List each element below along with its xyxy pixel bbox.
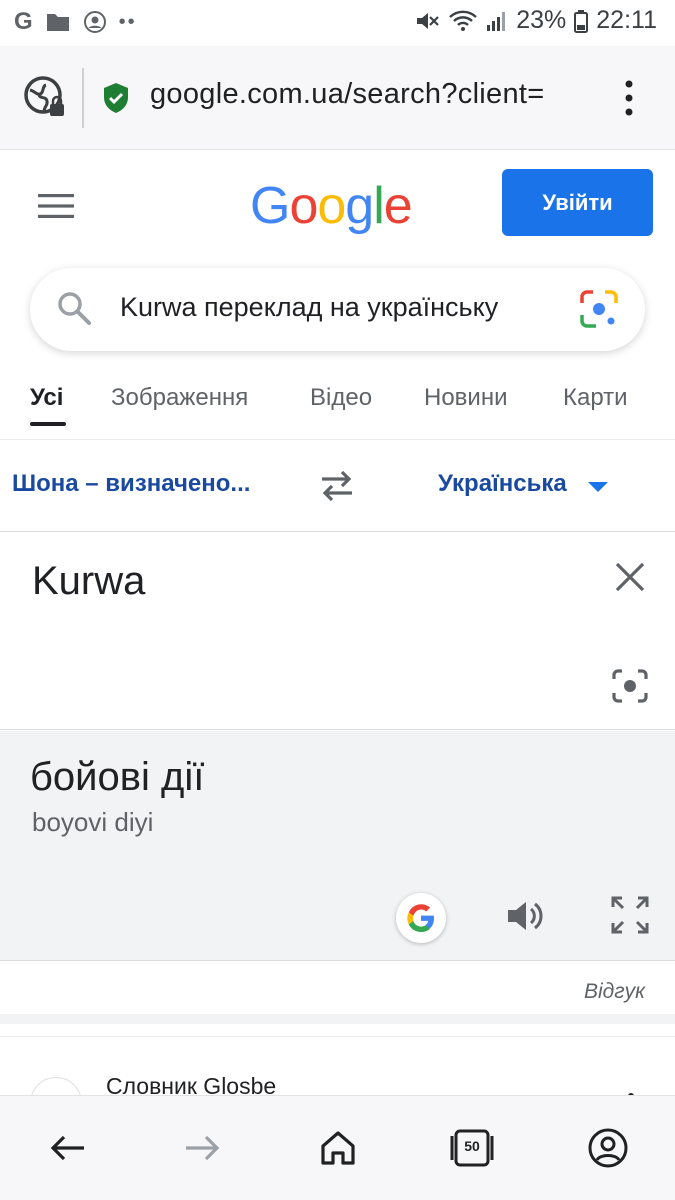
tabs-button[interactable]: 50: [450, 1126, 494, 1170]
google-logo[interactable]: Google: [250, 176, 413, 236]
forward-arrow-icon[interactable]: [180, 1126, 224, 1170]
speaker-icon[interactable]: [504, 895, 546, 937]
logo-letter: G: [250, 177, 290, 235]
address-bar[interactable]: google.com.ua/search?client=: [150, 78, 590, 111]
logo-letter: o: [317, 177, 346, 235]
signal-icon: [487, 11, 506, 31]
search-result[interactable]: Словник Glosbe: [0, 1036, 675, 1129]
target-language-selector[interactable]: Українська: [438, 470, 567, 498]
status-bar: G •• 23% 22:11: [0, 0, 675, 46]
account-notification-icon: [83, 11, 106, 33]
browser-menu-icon[interactable]: [614, 76, 644, 120]
swap-languages-icon[interactable]: [318, 468, 356, 504]
tab-news[interactable]: Новини: [424, 384, 508, 412]
back-arrow-icon[interactable]: [46, 1126, 90, 1170]
battery-icon: [574, 9, 589, 33]
tab-all[interactable]: Усі: [30, 384, 63, 412]
folder-icon: [46, 14, 69, 31]
home-icon[interactable]: [316, 1126, 360, 1170]
chevron-down-icon[interactable]: [588, 482, 608, 492]
browser-toolbar: google.com.ua/search?client=: [0, 46, 675, 150]
site-info-icon[interactable]: [22, 74, 68, 120]
source-text-input[interactable]: Kurwa: [32, 559, 145, 604]
logo-letter: e: [383, 177, 413, 235]
google-g-icon: [407, 904, 434, 933]
logo-letter: o: [289, 177, 318, 235]
tabs-count: 50: [464, 1138, 480, 1154]
language-selector-row: Шона – визначено... Українська: [0, 442, 675, 532]
translated-text: бойові дії: [30, 755, 205, 799]
search-input[interactable]: Kurwa переклад на українську: [120, 292, 575, 323]
logo-letter: g: [345, 177, 374, 235]
wifi-icon: [449, 10, 478, 31]
translation-panel: бойові дії boyovi diyi: [0, 731, 675, 961]
security-shield-icon: [104, 83, 128, 113]
search-icon[interactable]: [56, 290, 92, 326]
logo-letter: l: [373, 177, 385, 235]
account-icon[interactable]: [586, 1126, 630, 1170]
clock: 22:11: [596, 6, 657, 34]
feedback-row: Відгук: [0, 962, 675, 1024]
toolbar-divider: [82, 68, 84, 128]
tab-maps[interactable]: Карти: [563, 384, 628, 412]
hamburger-menu-icon[interactable]: [38, 192, 74, 220]
transliteration-text: boyovi diyi: [32, 807, 154, 837]
more-notifications-icon: ••: [118, 10, 137, 33]
bottom-navigation-bar: 50: [0, 1095, 675, 1200]
google-translate-button[interactable]: [396, 893, 446, 943]
fullscreen-icon[interactable]: [610, 895, 650, 935]
active-tab-indicator: [30, 422, 66, 426]
clear-icon[interactable]: [612, 559, 648, 595]
source-language-selector[interactable]: Шона – визначено...: [12, 470, 250, 498]
search-box[interactable]: Kurwa переклад на українську: [30, 268, 645, 351]
source-text-panel: Kurwa: [0, 533, 675, 730]
feedback-link[interactable]: Відгук: [584, 980, 645, 1004]
tab-videos[interactable]: Відео: [310, 384, 372, 412]
google-lens-icon[interactable]: [578, 288, 620, 330]
tab-images[interactable]: Зображення: [111, 384, 248, 412]
search-tabs: Усі Зображення Відео Новини Карти: [0, 374, 675, 440]
camera-translate-icon[interactable]: [610, 667, 650, 705]
mute-icon: [417, 12, 440, 29]
google-notification-icon: G: [14, 8, 33, 35]
battery-percent: 23%: [516, 6, 567, 34]
sign-in-button[interactable]: Увійти: [502, 169, 653, 236]
